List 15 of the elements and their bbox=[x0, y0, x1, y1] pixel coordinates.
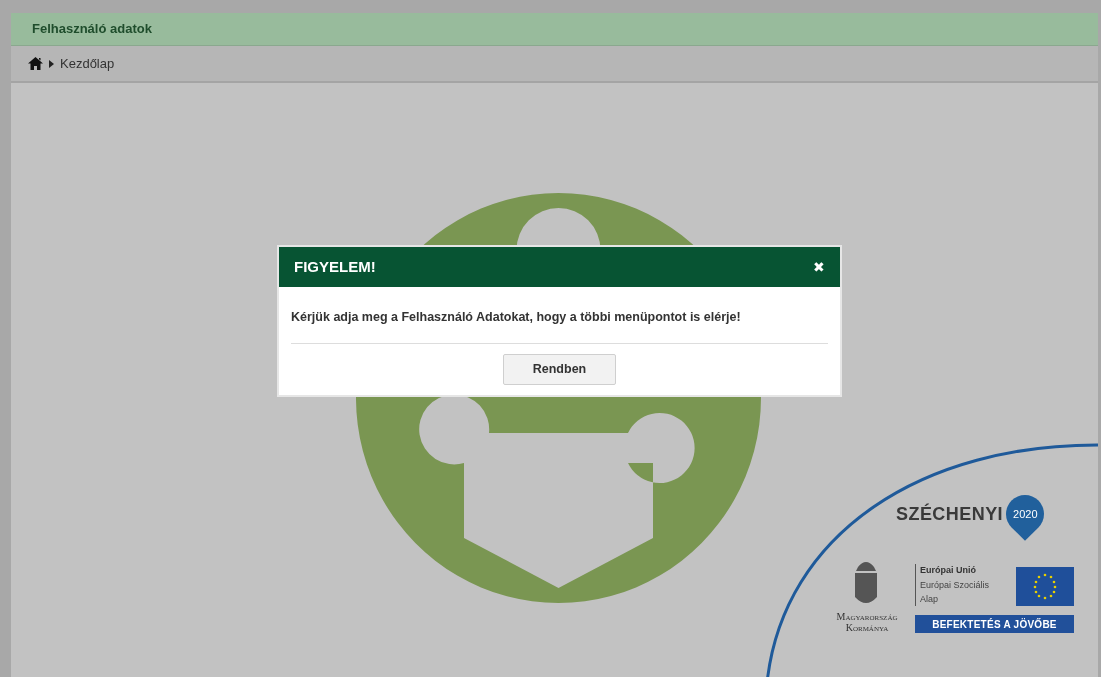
page-title: Felhasználó adatok bbox=[32, 20, 152, 39]
dialog-title: FIGYELEM! bbox=[294, 256, 376, 277]
slogan-banner: BEFEKTETÉS A JÖVŐBE bbox=[915, 615, 1074, 633]
ok-button[interactable]: Rendben bbox=[503, 353, 616, 385]
eu-fund-label: Európai Szociális Alap bbox=[920, 578, 991, 606]
program-name: SZÉCHENYI bbox=[896, 502, 1004, 526]
year-label: 2020 bbox=[1012, 506, 1038, 522]
eu-flag-icon bbox=[1016, 567, 1074, 606]
dialog-message: Kérjük adja meg a Felhasználó Adatokat, hogy a többi menüpontot is elérje! bbox=[290, 309, 742, 326]
eu-title: Európai Unió bbox=[920, 564, 977, 577]
caret-icon bbox=[49, 59, 54, 68]
home-icon[interactable] bbox=[28, 57, 43, 70]
government-label: Magyarország Kormánya bbox=[835, 611, 899, 633]
breadcrumb-link[interactable]: Kezdőlap bbox=[60, 53, 115, 74]
close-button[interactable]: ✖ bbox=[813, 260, 825, 274]
